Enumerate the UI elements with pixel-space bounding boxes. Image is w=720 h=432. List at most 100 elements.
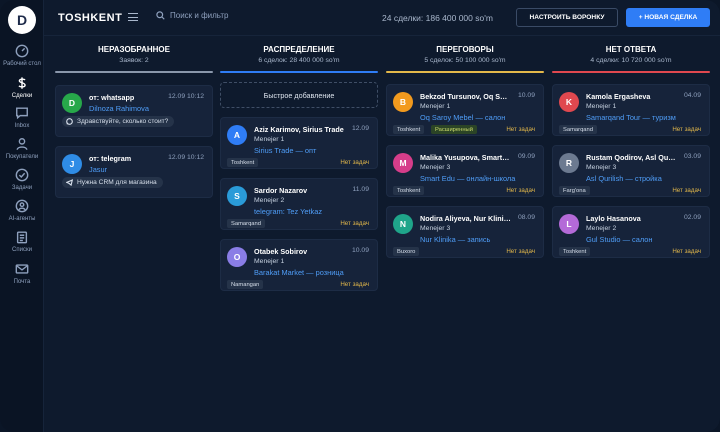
quick-add-button[interactable]: Быстрое добавление xyxy=(220,82,378,108)
sidebar-item-deals[interactable]: Сделки xyxy=(0,76,44,110)
column-header: НЕРАЗОБРАННОЕ Заявок: 2 xyxy=(55,36,213,70)
column-negotiation: ПЕРЕГОВОРЫ 5 сделок: 50 100 000 so'm B B… xyxy=(386,36,544,258)
column-header: ПЕРЕГОВОРЫ 5 сделок: 50 100 000 so'm xyxy=(386,36,544,70)
chat-source: от: telegram xyxy=(89,154,132,163)
sidebar-item-label: Покупатели xyxy=(5,154,39,160)
deal-title-link[interactable]: Barakat Market — розница xyxy=(254,268,371,277)
deal-card[interactable]: O Otabek Sobirov 10.09 Menejer 1 Barakat… xyxy=(220,239,378,291)
task-status[interactable]: Нет задач xyxy=(672,126,701,133)
deal-card[interactable]: S Sardor Nazarov 11.09 Menejer 2 telegra… xyxy=(220,178,378,230)
deal-card[interactable]: B Bekzod Tursunov, Oq Saroy 10.09 Meneje… xyxy=(386,84,544,136)
city-tag: Namangan xyxy=(227,280,264,289)
mail-icon xyxy=(15,264,29,274)
sidebar-item-customers[interactable]: Покупатели xyxy=(0,137,44,171)
setup-funnel-button[interactable]: НАСТРОИТЬ ВОРОНКУ xyxy=(516,8,618,27)
deal-title-link[interactable]: telegram: Tez Yetkaz xyxy=(254,207,371,216)
sidebar-item-dashboard[interactable]: Рабочий стол xyxy=(0,44,44,78)
sidebar-item-tasks[interactable]: Задачи xyxy=(0,168,44,202)
chat-bubble-icon xyxy=(16,107,28,120)
sidebar-item-lists[interactable]: Списки xyxy=(0,230,44,264)
deal-date: 10.09 xyxy=(517,92,535,99)
sidebar-item-mail[interactable]: Почта xyxy=(0,262,44,296)
deal-contact-name: Bekzod Tursunov, Oq Saroy xyxy=(420,92,511,101)
chat-date: 12.09 10:12 xyxy=(168,93,204,100)
deal-title-link[interactable]: Smart Edu — онлайн-школа xyxy=(420,174,537,183)
whatsapp-icon xyxy=(66,118,73,125)
city-tag: Toshkent xyxy=(393,125,425,134)
column-color-bar xyxy=(55,71,213,73)
deal-title-link[interactable]: Sirius Trade — опт xyxy=(254,146,371,155)
deal-card[interactable]: A Aziz Karimov, Sirius Trade 12.09 Menej… xyxy=(220,117,378,169)
contact-name[interactable]: Jasur xyxy=(89,165,107,174)
deal-date: 08.09 xyxy=(517,214,535,221)
deal-manager: Menejer 1 xyxy=(586,103,617,110)
sidebar-item-ai-agents[interactable]: AI-агенты xyxy=(0,199,44,233)
avatar: S xyxy=(227,186,247,206)
chat-date: 12.09 10:12 xyxy=(168,154,204,161)
search-bar[interactable]: Поиск и фильтр xyxy=(156,11,228,20)
pipeline-title[interactable]: TOSHKENT xyxy=(58,12,122,24)
task-status[interactable]: Нет задач xyxy=(340,281,369,288)
deal-contact-name: Kamola Ergasheva xyxy=(586,92,651,101)
column-title: НЕРАЗОБРАННОЕ xyxy=(98,45,170,54)
deal-date: 04.09 xyxy=(683,92,701,99)
company-logo[interactable]: D xyxy=(8,6,36,34)
contact-name[interactable]: Dilnoza Rahimova xyxy=(89,104,149,113)
deal-title-link[interactable]: Asl Qurilish — стройка xyxy=(586,174,703,183)
chat-source: от: whatsapp xyxy=(89,93,135,102)
deal-title-link[interactable]: Gul Studio — салон xyxy=(586,235,703,244)
task-status[interactable]: Нет задач xyxy=(672,248,701,255)
deal-card[interactable]: L Laylo Hasanova 02.09 Menejer 2 Gul Stu… xyxy=(552,206,710,258)
task-status[interactable]: Нет задач xyxy=(506,248,535,255)
message-preview[interactable]: Нужна CRM для магазина xyxy=(62,177,163,188)
column-header: НЕТ ОТВЕТА 4 сделки: 10 720 000 so'm xyxy=(552,36,710,70)
gauge-icon xyxy=(15,44,29,58)
sidebar-item-label: Почта xyxy=(13,279,31,285)
search-input[interactable]: Поиск и фильтр xyxy=(170,11,228,20)
task-status[interactable]: Нет задач xyxy=(340,220,369,227)
avatar: J xyxy=(62,154,82,174)
deal-manager: Menejer 1 xyxy=(254,258,285,265)
task-status[interactable]: Нет задач xyxy=(506,187,535,194)
avatar: B xyxy=(393,92,413,112)
sidebar-item-label: Задачи xyxy=(11,185,33,191)
chat-request-card[interactable]: J от: telegram 12.09 10:12 Jasur Нужна C… xyxy=(55,146,213,198)
deal-card[interactable]: M Malika Yusupova, Smart Edu 09.09 Menej… xyxy=(386,145,544,197)
sidebar-item-label: Inbox xyxy=(14,123,30,129)
column-title: РАСПРЕДЕЛЕНИЕ xyxy=(263,45,335,54)
chat-request-card[interactable]: D от: whatsapp 12.09 10:12 Dilnoza Rahim… xyxy=(55,85,213,137)
user-icon xyxy=(16,138,28,150)
deal-card[interactable]: R Rustam Qodirov, Asl Qurilish 03.09 Men… xyxy=(552,145,710,197)
deal-manager: Menejer 1 xyxy=(420,103,451,110)
column-summary: 6 сделок: 28 400 000 so'm xyxy=(258,57,340,64)
ai-agent-icon xyxy=(15,199,29,213)
city-tag: Toshkent xyxy=(559,247,591,256)
deal-date: 12.09 xyxy=(351,125,369,132)
avatar: R xyxy=(559,153,579,173)
column-color-bar xyxy=(220,71,378,73)
message-preview[interactable]: Здравствуйте, сколько стоит? xyxy=(62,116,175,127)
avatar: M xyxy=(393,153,413,173)
deal-title-link[interactable]: Samarqand Tour — туризм xyxy=(586,113,703,122)
task-status[interactable]: Нет задач xyxy=(672,187,701,194)
sidebar-item-inbox[interactable]: Inbox xyxy=(0,106,44,140)
deal-manager: Menejer 3 xyxy=(420,225,451,232)
deal-title-link[interactable]: Oq Saroy Mebel — салон xyxy=(420,113,537,122)
column-color-bar xyxy=(552,71,710,73)
avatar: D xyxy=(62,93,82,113)
deal-title-link[interactable]: Nur Klinika — запись xyxy=(420,235,537,244)
new-deal-button[interactable]: + НОВАЯ СДЕЛКА xyxy=(626,8,710,27)
deal-card[interactable]: N Nodira Aliyeva, Nur Klinika 08.09 Mene… xyxy=(386,206,544,258)
task-status[interactable]: Нет задач xyxy=(506,126,535,133)
hamburger-menu-icon[interactable] xyxy=(128,13,138,22)
column-unsorted: НЕРАЗОБРАННОЕ Заявок: 2 D от: whatsapp 1… xyxy=(55,36,213,198)
task-status[interactable]: Нет задач xyxy=(340,159,369,166)
column-color-bar xyxy=(386,71,544,73)
avatar: K xyxy=(559,92,579,112)
column-distribution: РАСПРЕДЕЛЕНИЕ 6 сделок: 28 400 000 so'm … xyxy=(220,36,378,291)
deal-card[interactable]: K Kamola Ergasheva 04.09 Menejer 1 Samar… xyxy=(552,84,710,136)
deal-manager: Menejer 2 xyxy=(586,225,617,232)
deal-manager: Menejer 3 xyxy=(420,164,451,171)
dollar-icon xyxy=(18,77,26,89)
sidebar-item-label: Сделки xyxy=(11,93,33,99)
